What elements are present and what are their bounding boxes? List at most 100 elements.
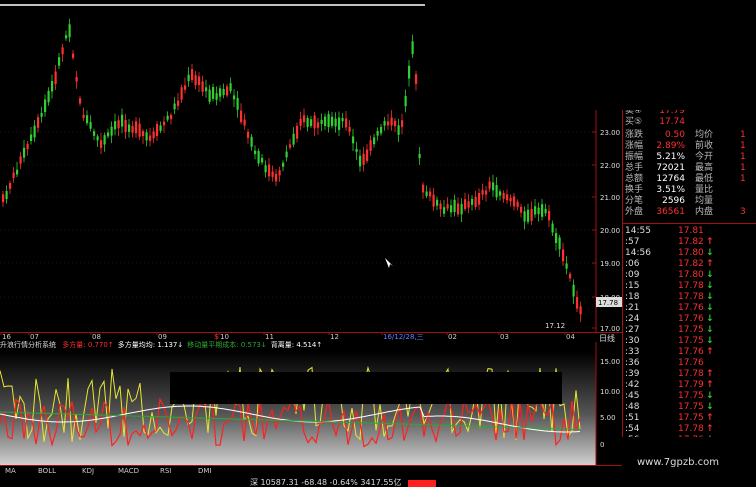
candle-body	[499, 191, 502, 196]
candle-body	[299, 118, 302, 126]
tab-ma[interactable]: MA	[5, 467, 16, 475]
candlestick-chart[interactable]: 23.0022.0021.0020.0019.0018.0017.00 17.1…	[0, 0, 622, 332]
candle-body	[271, 171, 274, 177]
candle-body	[324, 116, 327, 127]
candle-body	[282, 162, 285, 167]
tick-time: :56	[625, 435, 639, 437]
tick-price: 17.76	[678, 314, 704, 324]
quote-stat-label: 涨幅	[625, 141, 644, 151]
low-price-label: 17.12	[545, 322, 565, 330]
candle-body	[352, 136, 355, 144]
tab-dmi[interactable]: DMI	[198, 467, 212, 475]
candle-body	[194, 75, 197, 86]
candle-body	[156, 124, 159, 136]
candle-body	[275, 173, 278, 182]
quote-stat-label: 总额	[625, 174, 644, 184]
candle-body	[467, 201, 470, 208]
candle-body	[264, 165, 267, 173]
candle-body	[208, 89, 211, 102]
tick-trade-row: :57 17.82 ↑	[623, 237, 756, 248]
indicator-tick-label: 10.00	[600, 388, 620, 396]
quote-stat-label: 内盘	[695, 207, 714, 217]
candle-body	[534, 206, 537, 215]
candle-body	[572, 284, 575, 297]
quote-stat-value: 72021	[656, 163, 685, 173]
candle-body	[163, 121, 166, 126]
candle-body	[313, 115, 316, 129]
candle-body	[33, 125, 36, 138]
order-book-price: 17.74	[659, 117, 685, 127]
candle-body	[576, 297, 579, 309]
tick-trade-row: :30 17.75 ↓	[623, 336, 756, 347]
candle-body	[110, 126, 113, 136]
candle-body	[495, 184, 498, 198]
cursor-date-label: 16/12/28,三	[383, 333, 424, 341]
order-book-label: 卖④	[625, 110, 643, 116]
candle-body	[47, 90, 50, 103]
tick-time: :30	[625, 336, 640, 346]
period-label: 日线	[599, 333, 615, 342]
up-arrow-icon: ↑	[706, 424, 714, 434]
quote-stat-value: 1	[740, 130, 746, 140]
candle-body	[436, 199, 439, 206]
candle-body	[240, 110, 243, 123]
tab-rsi[interactable]: RSI	[160, 467, 171, 475]
tick-time: :27	[625, 325, 640, 335]
candle-body	[16, 169, 19, 175]
candle-body	[30, 134, 33, 142]
tick-price: 17.80	[678, 270, 704, 280]
candle-body	[317, 122, 320, 128]
candle-body	[72, 53, 75, 58]
legend-item: 多方量: 0.770↑	[62, 341, 114, 349]
quote-stat-row: 换手 3.51% 量比	[623, 185, 756, 196]
candle-body	[51, 81, 54, 92]
tick-time: :51	[625, 413, 640, 423]
panel-divider	[623, 223, 756, 224]
candle-body	[492, 182, 495, 191]
tick-trade-row: :54 17.78 ↑	[623, 424, 756, 435]
candle-body	[408, 65, 411, 79]
candle-body	[478, 193, 481, 205]
candle-body	[173, 103, 176, 110]
candle-body	[320, 120, 323, 124]
candle-body	[100, 140, 103, 148]
candle-body	[355, 148, 358, 152]
down-arrow-icon: ↓	[706, 248, 714, 258]
candle-body	[226, 86, 229, 96]
tab-macd[interactable]: MACD	[118, 467, 139, 475]
candle-body	[502, 192, 505, 199]
candle-body	[149, 135, 152, 141]
quote-stat-value: 1	[740, 163, 746, 173]
candle-body	[460, 204, 463, 215]
tick-price: 17.78	[678, 369, 704, 379]
candle-body	[257, 151, 260, 164]
candle-body	[159, 125, 162, 131]
candle-body	[418, 153, 421, 159]
candle-body	[506, 194, 509, 201]
quote-stat-value: 36561	[656, 207, 685, 217]
tab-boll[interactable]: BOLL	[38, 467, 56, 475]
quote-stat-label: 振幅	[625, 152, 644, 162]
tab-kdj[interactable]: KDJ	[82, 467, 94, 475]
candle-body	[390, 117, 393, 126]
candle-body	[44, 99, 47, 113]
candle-body	[9, 183, 12, 189]
quote-stat-row: 涨幅 2.89% 前收 1	[623, 141, 756, 152]
candle-body	[544, 208, 547, 214]
indicator-chart[interactable]: 15.00 10.00 5.00 0	[0, 342, 622, 465]
tick-time: :09	[625, 270, 640, 280]
quote-stat-row: 振幅 5.21% 今开 1	[623, 152, 756, 163]
candle-body	[37, 117, 40, 128]
candle-body	[236, 98, 239, 110]
candle-body	[26, 143, 29, 150]
candle-body	[376, 130, 379, 136]
up-arrow-icon: ↑	[706, 237, 714, 247]
candle-body	[558, 237, 561, 250]
candle-body	[565, 263, 568, 269]
candle-body	[250, 136, 253, 147]
quote-stat-label: 最低	[695, 174, 714, 184]
tick-time: :57	[625, 237, 640, 247]
tick-trade-row: :56 17.76↓	[623, 435, 756, 437]
tick-trade-row: :09 17.80 ↓	[623, 270, 756, 281]
candle-body	[107, 132, 110, 137]
